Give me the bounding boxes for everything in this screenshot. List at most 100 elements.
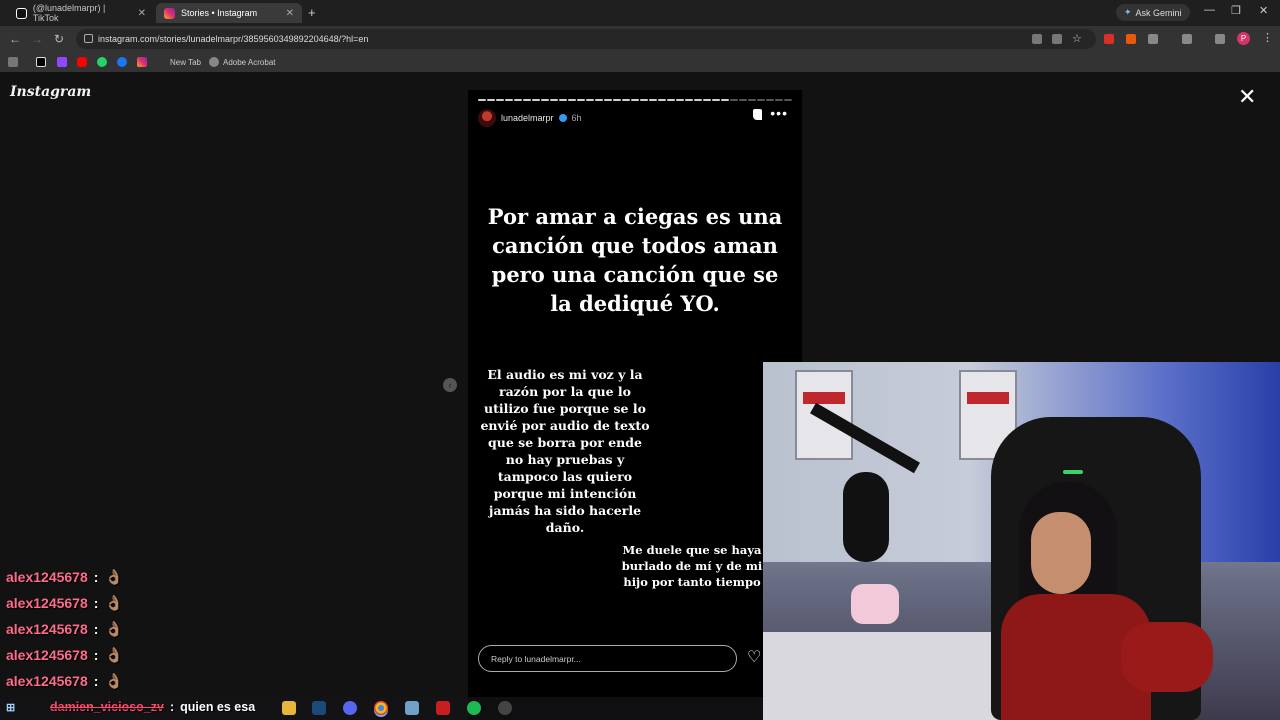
pause-icon[interactable] [753, 109, 762, 120]
url-text: instagram.com/stories/lunadelmarpr/38595… [98, 34, 369, 44]
microphone [843, 472, 889, 562]
chat-emoji: 👌🏽 [104, 569, 124, 586]
tab-title: Stories • Instagram [181, 8, 258, 18]
chair-logo [1063, 470, 1083, 474]
apps-grid-icon[interactable] [8, 57, 18, 67]
bookmark-label: New Tab [170, 57, 201, 67]
tab-title: (@lunadelmarpr) | TikTok [32, 3, 106, 23]
instagram-bookmark-icon[interactable] [137, 57, 147, 67]
instagram-logo[interactable]: Instagram [10, 84, 91, 100]
extensions-puzzle-icon[interactable] [1148, 34, 1158, 44]
chat-message: alex1245678 : 👌🏽 [6, 566, 123, 588]
ask-gemini-button[interactable]: ✦ Ask Gemini [1116, 4, 1190, 21]
story-viewer[interactable]: lunadelmarpr 6h ••• Por amar a ciegas es… [468, 90, 802, 720]
more-options-icon[interactable]: ••• [770, 105, 788, 121]
chat-message: alex1245678 : 👌🏽 [6, 670, 123, 692]
minimize-icon[interactable]: — [1204, 4, 1215, 16]
story-headline: Por amar a ciegas es una canción que tod… [487, 204, 783, 316]
reload-icon[interactable]: ↻ [54, 32, 64, 46]
chat-separator: : [93, 569, 99, 585]
twitch-icon[interactable] [57, 57, 67, 67]
bookmark-star-icon[interactable]: ☆ [1072, 32, 1082, 45]
reply-placeholder: Reply to lunadelmarpr... [491, 653, 581, 664]
like-heart-icon[interactable]: ♡ [747, 647, 761, 667]
facebook-icon[interactable] [117, 57, 127, 67]
chat-text: quien es esa [180, 700, 256, 714]
streamer [1001, 482, 1213, 720]
start-icon[interactable]: ⊞ [6, 701, 15, 714]
chat-message: alex1245678 : 👌🏽 [6, 618, 123, 640]
tab-instagram-stories[interactable]: Stories • Instagram ✕ [156, 3, 302, 23]
tab-search-icon[interactable] [1215, 34, 1225, 44]
chat-emoji: 👌🏽 [104, 595, 124, 612]
bookmark-new-tab[interactable]: New Tab [170, 56, 201, 68]
chat-emoji: 👌🏽 [104, 621, 124, 638]
bookmark-adobe-acrobat[interactable]: Adobe Acrobat [209, 56, 275, 68]
cast-icon[interactable] [1052, 34, 1062, 44]
globe-icon [209, 57, 219, 67]
tiktok-icon [16, 7, 27, 19]
app-icon[interactable] [405, 701, 419, 715]
chat-separator: : [93, 673, 99, 689]
story-body-text: El audio es mi voz y la razón por la que… [480, 367, 650, 535]
steam-icon[interactable] [312, 701, 326, 715]
chat-username: alex1245678 [6, 673, 88, 689]
side-panel-icon[interactable] [1182, 34, 1192, 44]
close-tab-icon[interactable]: ✕ [138, 8, 146, 19]
tab-tiktok[interactable]: (@lunadelmarpr) | TikTok ✕ [8, 3, 154, 23]
chat-message: alex1245678 : 👌🏽 [6, 644, 123, 666]
chat-username: alex1245678 [6, 569, 88, 585]
chat-separator: : [93, 621, 99, 637]
spotify-icon[interactable] [467, 701, 481, 715]
chat-separator: : [169, 700, 175, 714]
x-twitter-icon[interactable] [36, 57, 46, 67]
discord-icon[interactable] [343, 701, 357, 715]
previous-story-icon[interactable]: ‹ [443, 378, 457, 392]
youtube-icon[interactable] [77, 57, 87, 67]
address-bar[interactable]: instagram.com/stories/lunadelmarpr/38595… [76, 29, 1096, 49]
reply-input[interactable]: Reply to lunadelmarpr... [478, 645, 737, 672]
chrome-icon[interactable] [374, 701, 388, 715]
browser-tab-bar: (@lunadelmarpr) | TikTok ✕ Stories • Ins… [0, 0, 1280, 26]
extension-red-icon[interactable] [1104, 34, 1114, 44]
window-close-icon[interactable]: ✕ [1259, 4, 1268, 17]
chat-username: alex1245678 [6, 647, 88, 663]
bookmarks-bar: New Tab Adobe Acrobat [0, 52, 1280, 72]
close-stories-icon[interactable]: ✕ [1238, 86, 1256, 108]
forward-icon[interactable]: → [31, 32, 43, 46]
new-tab-button[interactable]: + [308, 5, 316, 20]
chat-separator: : [93, 595, 99, 611]
story-username[interactable]: lunadelmarpr [501, 113, 554, 123]
chat-username: damien_vicioso_zv [50, 700, 164, 714]
back-icon[interactable]: ← [9, 32, 21, 46]
ask-gemini-label: Ask Gemini [1135, 7, 1182, 18]
restore-icon[interactable]: ❐ [1231, 4, 1241, 17]
streamer-webcam-overlay [763, 362, 1280, 720]
verified-badge-icon [558, 114, 567, 122]
translate-icon[interactable] [1032, 34, 1042, 44]
file-explorer-icon[interactable] [282, 701, 296, 715]
extension-orange-icon[interactable] [1126, 34, 1136, 44]
whatsapp-icon[interactable] [97, 57, 107, 67]
desk [763, 632, 1003, 720]
story-timestamp: 6h [571, 113, 582, 123]
browser-toolbar: ← → ↻ instagram.com/stories/lunadelmarpr… [0, 26, 1280, 52]
profile-avatar[interactable]: P [1237, 32, 1250, 45]
app-red-icon[interactable] [436, 701, 450, 715]
chat-username: alex1245678 [6, 621, 88, 637]
plush-toy [851, 584, 899, 624]
chat-message-latest: damien_vicioso_zv : quien es esa [50, 698, 255, 716]
chat-emoji: 👌🏽 [104, 673, 124, 690]
story-progress-bar [478, 99, 792, 101]
bookmark-label: Adobe Acrobat [223, 57, 276, 67]
site-info-icon[interactable] [84, 34, 93, 43]
obs-icon[interactable] [498, 701, 512, 715]
story-header: lunadelmarpr 6h [478, 108, 792, 128]
close-tab-icon[interactable]: ✕ [286, 8, 294, 19]
chat-message: alex1245678 : 👌🏽 [6, 592, 123, 614]
avatar[interactable] [478, 109, 496, 127]
stream-chat-overlay: alex1245678 : 👌🏽 alex1245678 : 👌🏽 alex12… [0, 564, 468, 694]
story-body-text-2: Me duele que se haya burlado de mí y de … [621, 543, 763, 589]
menu-kebab-icon[interactable]: ⋮ [1262, 31, 1273, 44]
chat-username: alex1245678 [6, 595, 88, 611]
